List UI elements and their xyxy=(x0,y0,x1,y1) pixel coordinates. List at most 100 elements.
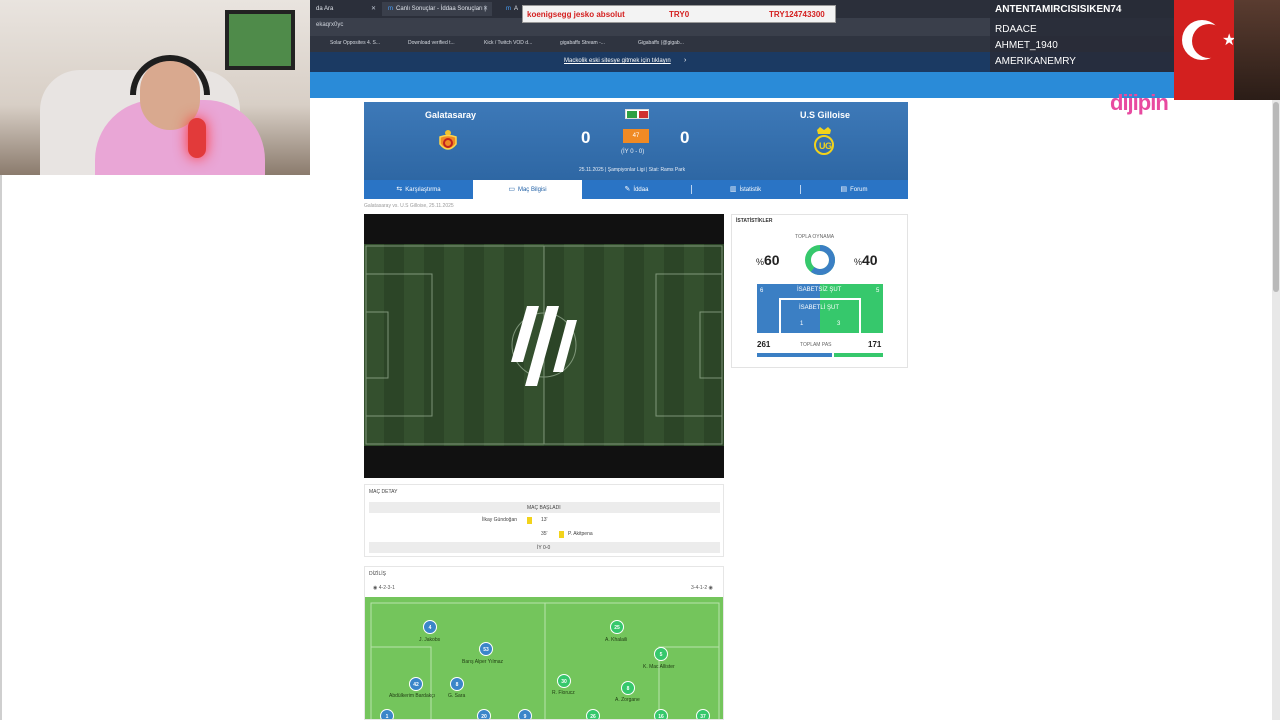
old-site-link[interactable]: Mackolik eski sitesye gitmek için tıklay… xyxy=(564,58,671,64)
lineup-title: DİZİLİŞ xyxy=(369,571,386,577)
player-name: R. Florucz xyxy=(552,690,575,696)
site-icon: m xyxy=(506,6,511,12)
event-player[interactable]: İlkay Gündoğan xyxy=(482,517,517,523)
player-marker[interactable]: 5 xyxy=(654,647,668,661)
on-target-label: İSABETLİ ŞUT xyxy=(799,305,840,311)
sponsor-logo: dijipin xyxy=(1110,90,1169,115)
away-score: 0 xyxy=(680,128,690,147)
overlay-name: RDAACE xyxy=(995,24,1037,35)
site-navbar xyxy=(310,72,1174,98)
match-info: 25.11.2025 | Şampiyonlar Ligi | Stat: Ra… xyxy=(579,167,686,173)
halftime-score: (İY 0 - 0) xyxy=(621,149,645,155)
webcam-overlay xyxy=(0,0,310,175)
player-marker[interactable]: 26 xyxy=(586,709,600,719)
player-name: A. Khalaili xyxy=(605,637,628,643)
browser-tab[interactable]: mA xyxy=(500,2,520,16)
lineup-panel: DİZİLİŞ ◉ 4-2-3-1 3-4-1-2 ◉ 4 J. Jakobs … xyxy=(364,566,724,720)
browser-tab-active[interactable]: m Canlı Sonuçlar - İddaa Sonuçları | ✕ xyxy=(382,2,492,16)
tab-forum[interactable]: ▤ Forum xyxy=(800,180,908,199)
bookmark-item[interactable]: Download verified t... xyxy=(408,40,455,46)
shots-graphic: 6 İSABETSİZ ŞUT 5 İSABETLİ ŞUT 1 3 xyxy=(757,284,883,333)
alert-price: TRY0 xyxy=(669,10,690,19)
close-icon[interactable]: ✕ xyxy=(371,2,376,16)
halftime-row: İY 0-0 xyxy=(369,542,720,553)
event-minute: 35' xyxy=(541,531,548,537)
tab-istatistik[interactable]: ▥ İstatistik xyxy=(691,180,800,199)
possession-home: %60 xyxy=(756,252,780,268)
on-target-home: 1 xyxy=(800,321,804,327)
on-target-away: 3 xyxy=(837,321,841,327)
possession-donut xyxy=(805,245,835,275)
player-marker[interactable]: 9 xyxy=(518,709,532,719)
off-target-away: 5 xyxy=(876,288,880,294)
away-formation: 3-4-1-2 ◉ xyxy=(691,585,713,591)
home-team-name[interactable]: Galatasaray xyxy=(425,110,476,120)
passes-label: TOPLAM PAS xyxy=(800,342,832,348)
chat-icon: ▤ xyxy=(840,186,848,193)
field-icon: ▭ xyxy=(508,186,515,193)
bookmark-item[interactable]: Solar Opposites 4. S... xyxy=(330,40,380,46)
player-name: Barış Alper Yılmaz xyxy=(462,659,504,665)
bookmark-item[interactable]: Gigabaffx (@gigab... xyxy=(638,40,684,46)
home-score: 0 xyxy=(581,128,591,147)
passes-bar xyxy=(757,353,883,357)
bookmark-item[interactable]: gigabaffx Stream -... xyxy=(560,40,605,46)
stream-alert-bar: koenigsegg jesko absolut TRY0 TRY1247433… xyxy=(522,5,836,23)
close-icon[interactable]: ✕ xyxy=(483,2,488,16)
turkish-flag-image: ★ xyxy=(1174,0,1280,100)
match-minute: 47 xyxy=(623,129,649,143)
scrollbar-thumb[interactable] xyxy=(1273,102,1279,292)
player-marker[interactable]: 37 xyxy=(696,709,710,719)
player-marker[interactable]: 1 xyxy=(380,709,394,719)
player-marker[interactable]: 8 xyxy=(450,677,464,691)
player-name: K. Mac Allister xyxy=(643,664,675,670)
event-row: İlkay Gündoğan 13' xyxy=(369,515,720,526)
live-flags-icon xyxy=(625,109,649,119)
left-edge xyxy=(0,175,2,720)
possession-away: %40 xyxy=(854,252,878,268)
chevron-right-icon: › xyxy=(684,57,687,64)
event-row: 35' P. Akitpena xyxy=(369,529,720,540)
stats-icon: ▥ xyxy=(729,186,737,193)
yellow-card-icon xyxy=(527,517,532,524)
overlay-name: AHMET_1940 xyxy=(995,40,1058,51)
statistics-panel: İSTATİSTİKLER TOPLA OYNAMA %60 %40 6 İSA… xyxy=(731,214,908,368)
match-video-player[interactable] xyxy=(364,214,724,478)
passes-home: 261 xyxy=(757,340,771,349)
page-scrollbar[interactable] xyxy=(1272,100,1280,720)
tab-iddaa[interactable]: ✎ İddaa xyxy=(582,180,691,199)
player-name: A. Zorgane xyxy=(615,697,640,703)
player-marker[interactable]: 25 xyxy=(610,620,624,634)
detail-header-row: MAÇ BAŞLADI xyxy=(369,502,720,513)
player-marker[interactable]: 42 xyxy=(409,677,423,691)
event-minute: 13' xyxy=(541,517,548,523)
passes-away: 171 xyxy=(868,340,882,349)
broadcaster-logo-icon xyxy=(511,306,577,386)
event-player[interactable]: P. Akitpena xyxy=(568,531,593,537)
player-marker[interactable]: 16 xyxy=(654,709,668,719)
site-icon: m xyxy=(388,6,393,12)
match-header: Galatasaray 0 47 0 (İY 0 - 0) 25.11.2025… xyxy=(364,102,908,180)
alert-item: koenigsegg jesko absolut xyxy=(527,10,625,19)
bookmark-item[interactable]: Kick / Twitch VOD d... xyxy=(484,40,532,46)
stats-title: İSTATİSTİKLER xyxy=(736,218,773,224)
svg-text:G: G xyxy=(825,141,832,151)
stream-names-overlay: ANTENTAMIRCISISIKEN74 RDAACE AHMET_1940 … xyxy=(990,0,1174,72)
possession-label: TOPLA OYNAMA xyxy=(795,234,835,240)
tab-karsilastirma[interactable]: ⇆ Karşılaştırma xyxy=(364,180,473,199)
player-marker[interactable]: 20 xyxy=(477,709,491,719)
player-marker[interactable]: 8 xyxy=(621,681,635,695)
compare-icon: ⇆ xyxy=(396,186,403,193)
breadcrumb: Galatasaray vs. U.S Gilloise, 25.11.2025 xyxy=(364,203,454,209)
tab-mac-bilgisi[interactable]: ▭ Maç Bilgisi xyxy=(473,180,582,199)
away-team-name[interactable]: U.S Gilloise xyxy=(800,110,850,120)
player-marker[interactable]: 30 xyxy=(557,674,571,688)
lineup-field: 4 J. Jakobs 53 Barış Alper Yılmaz 42 Abd… xyxy=(365,597,723,719)
player-marker[interactable]: 53 xyxy=(479,642,493,656)
pitch-background xyxy=(364,244,724,446)
off-target-home: 6 xyxy=(760,288,764,294)
match-tabs: ⇆ Karşılaştırma ▭ Maç Bilgisi ✎ İddaa ▥ İsta… xyxy=(364,180,908,199)
player-marker[interactable]: 4 xyxy=(423,620,437,634)
home-formation: ◉ 4-2-3-1 xyxy=(373,585,395,591)
browser-tab[interactable]: da Ara ✕ xyxy=(310,2,380,16)
